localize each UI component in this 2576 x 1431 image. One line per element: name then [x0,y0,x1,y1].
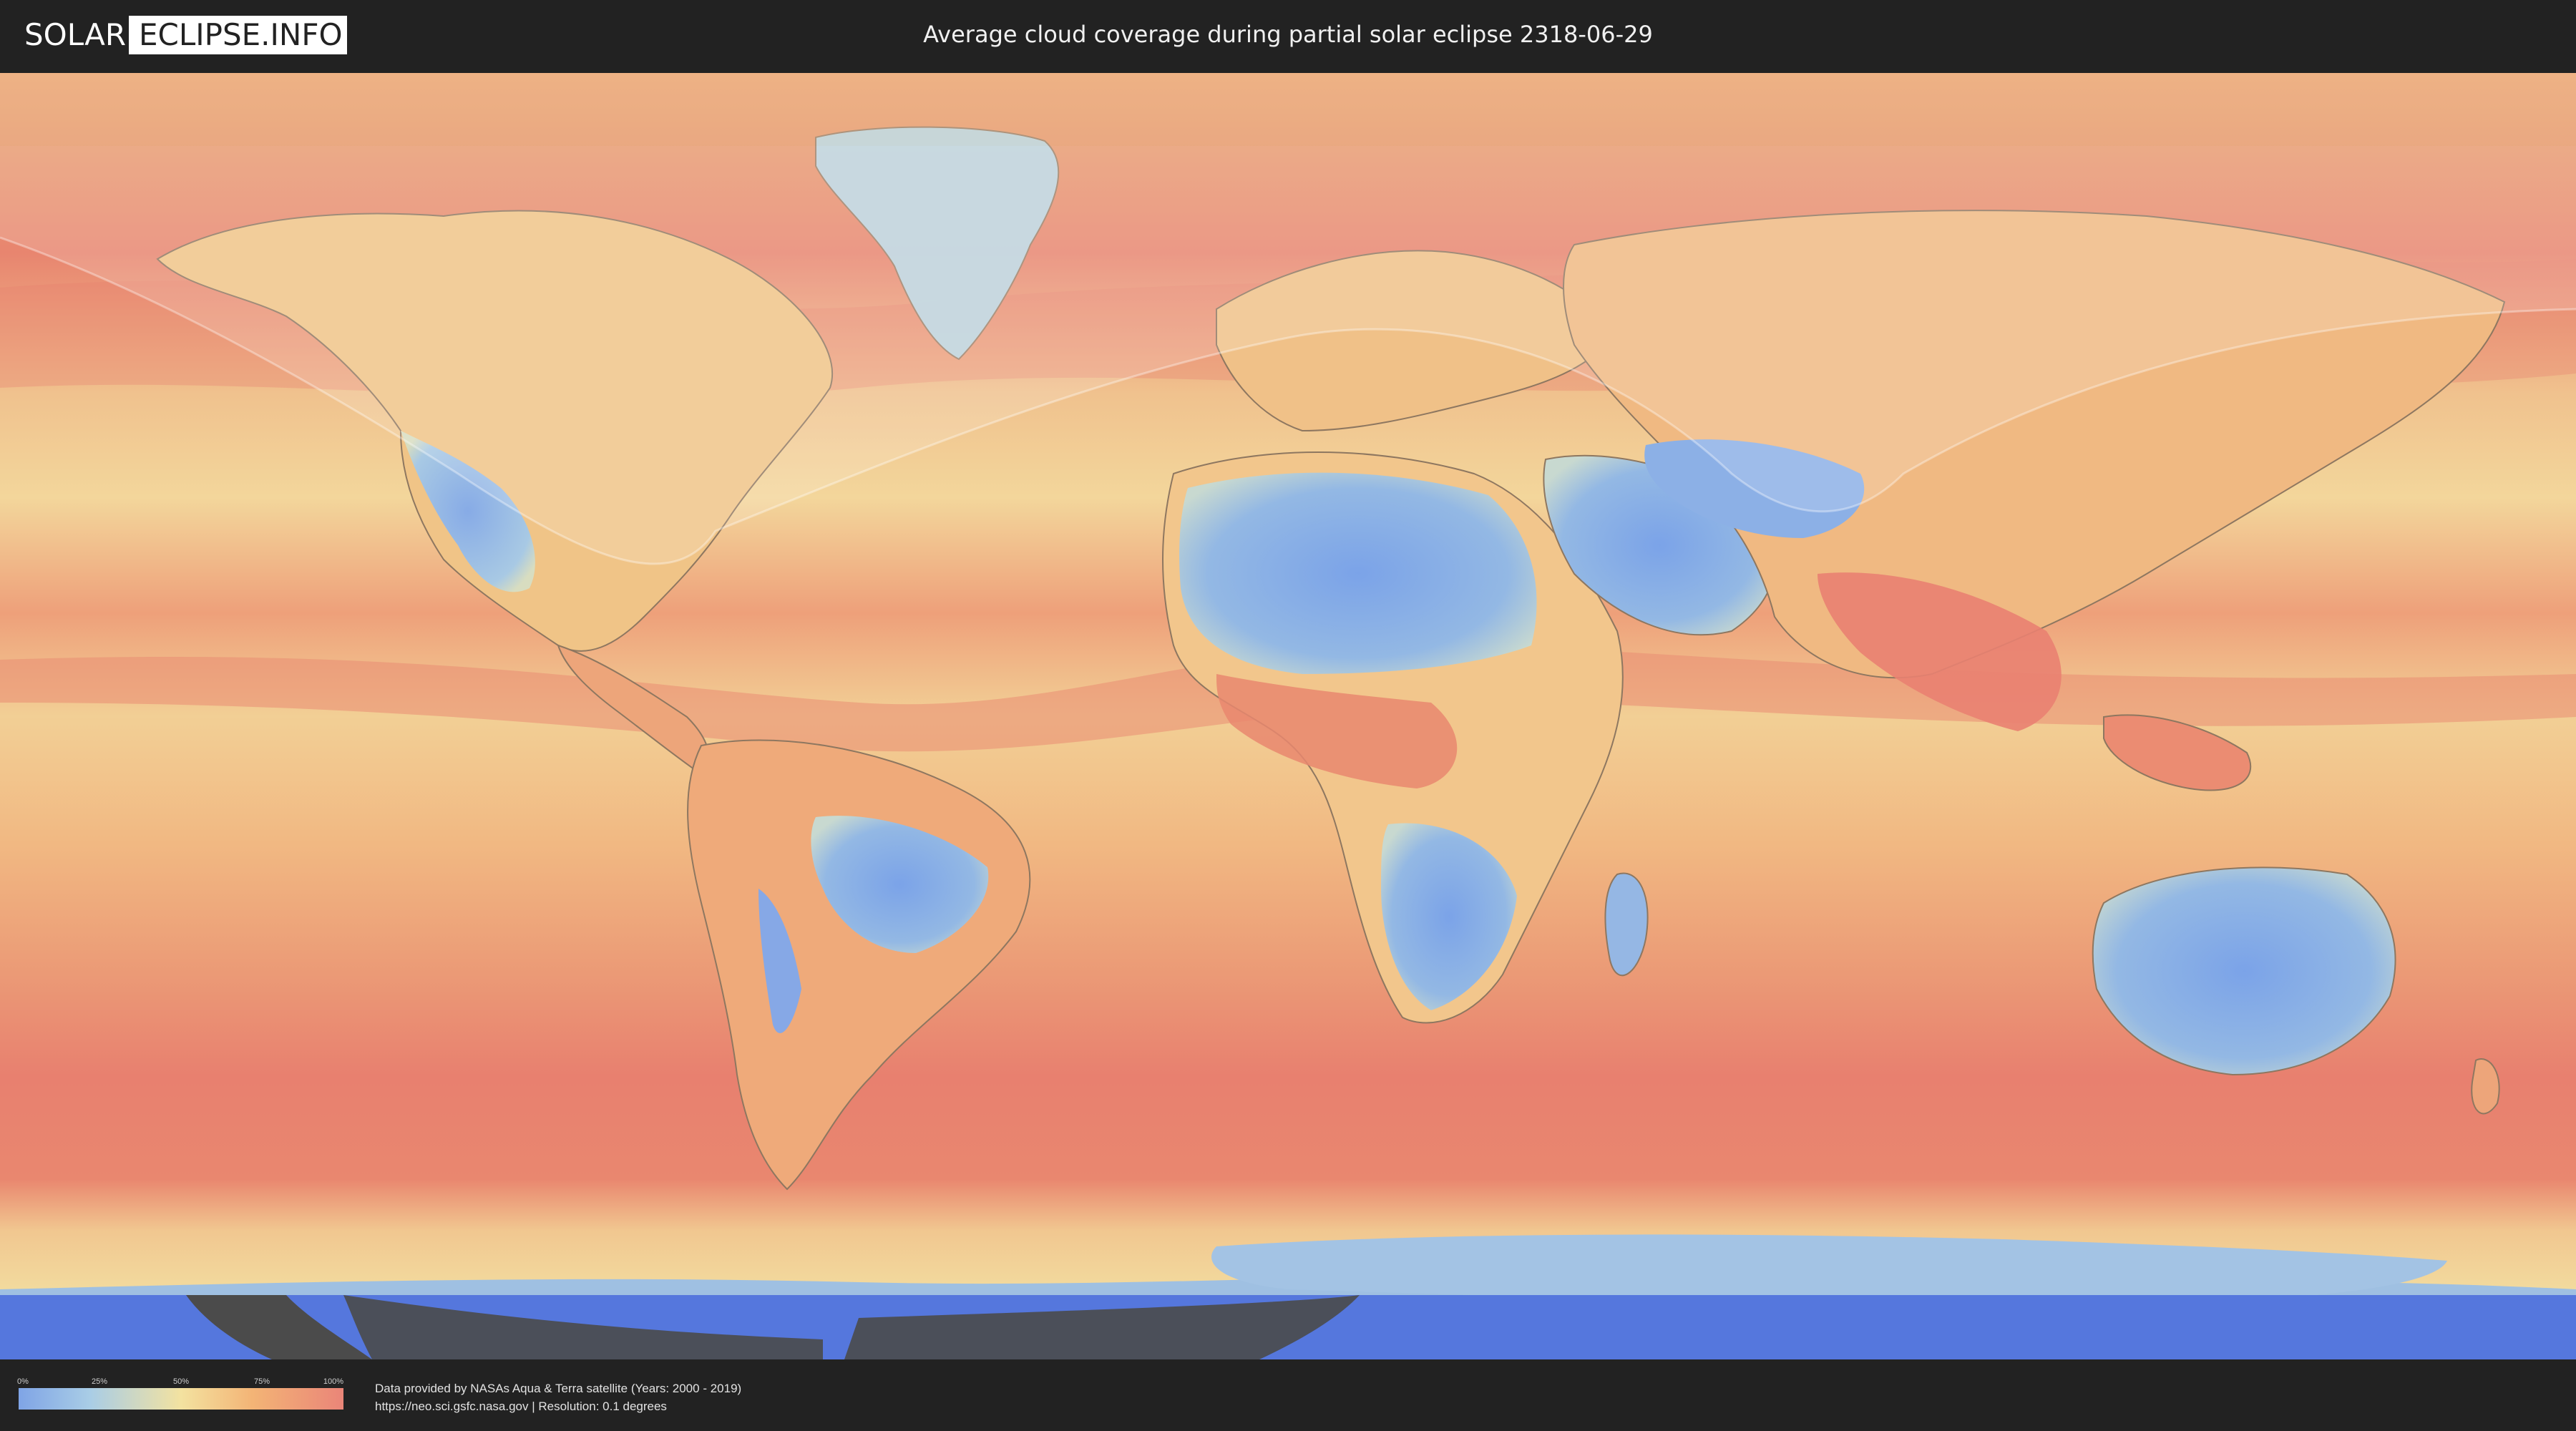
eclipse-visibility-overlay [0,73,2576,146]
legend-ticks: 0% 25% 50% 75% 100% [17,1377,344,1388]
header-bar: SOLAR ECLIPSE.INFO Average cloud coverag… [0,0,2576,72]
cloud-coverage-legend: 0% 25% 50% 75% 100% [17,1377,344,1410]
cloud-coverage-map[interactable] [0,73,2576,1359]
world-map-svg [0,73,2576,1359]
legend-tick-100: 100% [323,1377,344,1386]
credits-line-1: Data provided by NASAs Aqua & Terra sate… [375,1382,742,1395]
legend-tick-0: 0% [17,1377,29,1386]
page-title: Average cloud coverage during partial so… [923,21,1653,48]
footer-bar: 0% 25% 50% 75% 100% Data provided by NAS… [0,1359,2576,1431]
legend-tick-75: 75% [253,1377,270,1386]
legend-tick-50: 50% [172,1377,190,1386]
credits-line-2: https://neo.sci.gsfc.nasa.gov | Resoluti… [375,1400,667,1413]
data-credits: Data provided by NASAs Aqua & Terra sate… [375,1379,741,1415]
legend-color-bar [19,1388,343,1410]
sahara-clear-zone [1179,472,1537,674]
legend-tick-25: 25% [91,1377,108,1386]
